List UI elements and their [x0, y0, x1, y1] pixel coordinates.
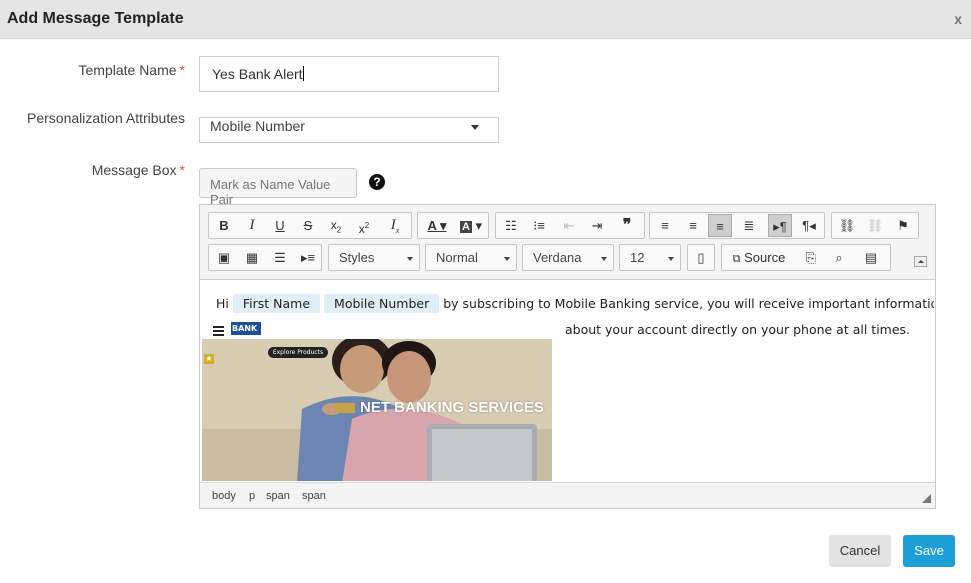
save-button[interactable]: Save: [903, 535, 955, 567]
toolbar-group-basic: B I U S x2 x2 Ix: [208, 212, 412, 239]
editor-toolbar: B I U S x2 x2 Ix A ▾ A ▾ ☷ ⁝≡ ⇤ ⇥ ❞ ≡ ≡ …: [200, 205, 935, 280]
font-dropdown[interactable]: Verdana: [522, 244, 614, 271]
path-body[interactable]: body: [212, 490, 236, 502]
personalization-value: Mobile Number: [210, 118, 305, 134]
toolbar-group-maximize: ▯: [687, 244, 715, 271]
align-center-icon[interactable]: ≡: [681, 214, 705, 237]
source-icon: ⧉: [732, 253, 741, 265]
strikethrough-icon[interactable]: S: [296, 214, 320, 237]
template-name-input[interactable]: Yes Bank Alert: [199, 56, 499, 92]
toolbar-group-colors: A ▾ A ▾: [417, 212, 489, 239]
help-icon[interactable]: ?: [369, 174, 385, 190]
text-caret: [302, 66, 304, 81]
toolbar-group-lists: ☷ ⁝≡ ⇤ ⇥ ❞: [495, 212, 645, 239]
rich-text-editor: B I U S x2 x2 Ix A ▾ A ▾ ☷ ⁝≡ ⇤ ⇥ ❞ ≡ ≡ …: [199, 204, 936, 509]
chevron-down-icon: [601, 257, 607, 261]
align-right-icon[interactable]: ≡: [708, 214, 732, 237]
horizontal-rule-icon[interactable]: ☰: [268, 246, 292, 269]
bold-icon[interactable]: B: [212, 214, 236, 237]
dialog-header: Add Message Template x: [0, 0, 971, 39]
underline-icon[interactable]: U: [268, 214, 292, 237]
dialog-title: Add Message Template: [7, 10, 184, 27]
chevron-down-icon: [471, 125, 479, 130]
chevron-down-icon: [407, 257, 413, 261]
toolbar-group-document: ⧉ Source ⎘ ⌕ ▤: [721, 244, 891, 271]
anchor-icon[interactable]: ⚑: [891, 214, 915, 237]
decrease-indent-icon[interactable]: ⇤: [557, 214, 581, 237]
unlink-icon[interactable]: ⛓: [863, 214, 887, 237]
format-dropdown[interactable]: Normal: [425, 244, 517, 271]
ltr-icon[interactable]: ▸¶: [768, 214, 792, 237]
subscript-icon[interactable]: x2: [324, 214, 348, 237]
banner-image[interactable]: ★ Explore Products NET BANKING SERVICES: [202, 339, 552, 481]
star-icon: ★: [204, 354, 214, 364]
path-span[interactable]: span: [266, 490, 290, 502]
drag-handle-icon[interactable]: [213, 326, 224, 338]
source-button[interactable]: ⧉ Source: [725, 246, 793, 269]
mark-name-value-pair-button[interactable]: Mark as Name Value Pair: [199, 168, 357, 207]
template-name-label: Template Name *: [78, 62, 186, 78]
background-color-icon[interactable]: A ▾: [455, 214, 487, 237]
superscript-icon[interactable]: x2: [352, 214, 376, 237]
path-span[interactable]: span: [302, 490, 326, 502]
close-icon[interactable]: x: [954, 11, 962, 27]
cancel-button[interactable]: Cancel: [829, 535, 891, 567]
banner-headline: NET BANKING SERVICES: [360, 399, 544, 416]
resize-handle-icon[interactable]: [922, 494, 931, 503]
remove-format-icon[interactable]: Ix: [383, 214, 407, 237]
editor-statusbar: body p span span: [200, 482, 935, 508]
styles-dropdown[interactable]: Styles: [328, 244, 420, 271]
message-line-1: Hi First Name Mobile Number by subscribing…: [216, 294, 934, 313]
link-icon[interactable]: ⛓: [835, 214, 859, 237]
toolbar-group-insert: ▣ ▦ ☰ ▸≡: [208, 244, 322, 271]
first-name-chip[interactable]: First Name: [232, 294, 321, 313]
bulleted-list-icon[interactable]: ⁝≡: [527, 214, 551, 237]
page-break-icon[interactable]: ▸≡: [296, 246, 320, 269]
personalization-select[interactable]: Mobile Number: [199, 117, 499, 143]
table-icon[interactable]: ▦: [240, 246, 264, 269]
maximize-icon[interactable]: ▯: [689, 246, 713, 269]
message-box-label: Message Box *: [91, 162, 185, 178]
bank-logo: BANK: [231, 322, 261, 335]
blockquote-icon[interactable]: ❞: [615, 214, 639, 237]
toolbar-group-align: ≡ ≡ ≡ ≣ ▸¶ ¶◂: [649, 212, 825, 239]
image-icon[interactable]: ▣: [212, 246, 236, 269]
align-left-icon[interactable]: ≡: [653, 214, 677, 237]
templates-icon[interactable]: ▤: [859, 246, 883, 269]
explore-products-pill: Explore Products: [268, 347, 328, 358]
increase-indent-icon[interactable]: ⇥: [585, 214, 609, 237]
text-color-icon[interactable]: A ▾: [421, 214, 453, 237]
collapse-toolbar-icon[interactable]: [914, 256, 927, 267]
justify-icon[interactable]: ≣: [737, 214, 761, 237]
personalization-label: Personalization Attributes: [27, 110, 185, 126]
editor-content[interactable]: Hi First Name Mobile Number by subscribing…: [201, 281, 934, 481]
rtl-icon[interactable]: ¶◂: [797, 214, 821, 237]
numbered-list-icon[interactable]: ☷: [499, 214, 523, 237]
mobile-number-chip[interactable]: Mobile Number: [324, 294, 440, 313]
italic-icon[interactable]: I: [240, 214, 264, 237]
required-mark: *: [179, 62, 185, 78]
toolbar-group-links: ⛓ ⛓ ⚑: [831, 212, 919, 239]
chevron-down-icon: [668, 257, 674, 261]
chevron-down-icon: [504, 257, 510, 261]
message-line-2: about your account directly on your phon…: [565, 322, 911, 337]
font-size-dropdown[interactable]: 12: [619, 244, 681, 271]
preview-icon[interactable]: ⌕: [827, 246, 851, 269]
save-doc-icon[interactable]: ⎘: [799, 246, 823, 269]
path-p[interactable]: p: [249, 490, 255, 502]
required-mark: *: [179, 162, 185, 178]
